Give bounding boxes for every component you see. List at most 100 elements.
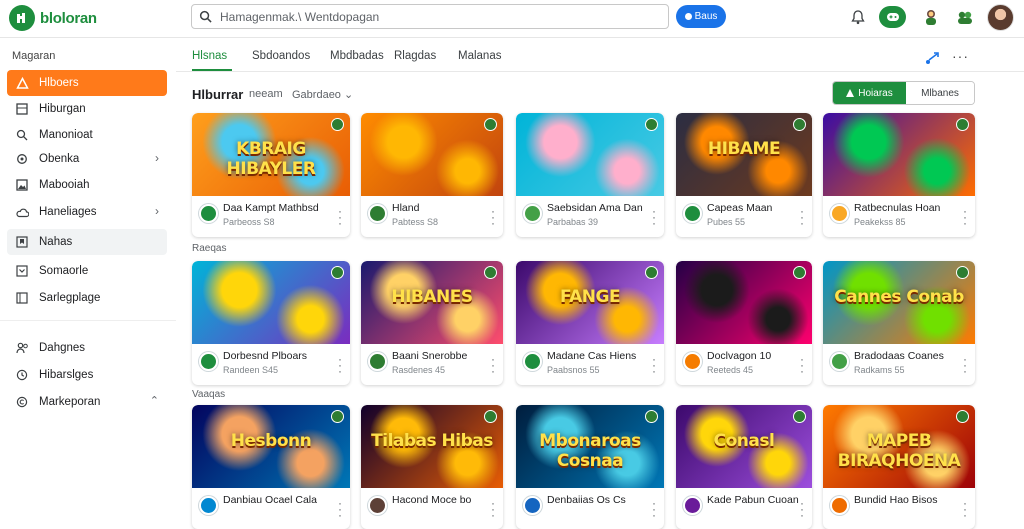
sidebar-item-settings[interactable]: Obenka ›	[7, 146, 167, 172]
tab-0[interactable]: Hlsnas	[192, 47, 232, 71]
sidebar-item-library[interactable]: Hiburgan	[7, 96, 167, 122]
sidebar-item-cloud[interactable]: Haneliages ›	[7, 199, 167, 225]
game-card[interactable]: Saebsidan Ama Dan Parbabas 39 · · ·	[516, 113, 664, 237]
game-title[interactable]: Ratbecnulas Hoan	[854, 202, 940, 214]
share-icon[interactable]	[925, 51, 941, 65]
toggle-option-active[interactable]: Hoiaras	[833, 82, 906, 104]
card-more-icon[interactable]: · · ·	[491, 497, 495, 521]
game-card[interactable]: Ratbecnulas Hoan Peakekss 85 · · ·	[823, 113, 975, 237]
game-title[interactable]: Madane Cas Hiens	[547, 350, 636, 362]
game-card[interactable]: HIBAME Capeas Maan Pubes 55 · · ·	[676, 113, 812, 237]
game-card[interactable]: Hland Pabtess S8 · · ·	[361, 113, 503, 237]
game-card[interactable]: HIBANES Baani Snerobbe Rasdenes 45 · · ·	[361, 261, 503, 385]
game-thumbnail[interactable]: Mbonaroas Cosnaa	[516, 405, 664, 488]
game-card[interactable]: KBRAIG HIBAYLER Daa Kampt Mathbsd Parbeoss…	[192, 113, 350, 237]
app-name[interactable]: bloloran	[40, 10, 97, 27]
card-more-icon[interactable]: · · ·	[963, 205, 967, 229]
game-title[interactable]: Saebsidan Ama Dan	[547, 202, 643, 214]
game-title[interactable]: Capeas Maan	[707, 202, 772, 214]
search-bar[interactable]: Hamagenmak.\ Wentdopagan	[191, 4, 669, 29]
app-logo-icon[interactable]	[9, 5, 35, 31]
game-card[interactable]: Conasl Kade Pabun Cuoan · · ·	[676, 405, 812, 529]
game-card[interactable]: FANGE Madane Cas Hiens Paabsnos 55 · · ·	[516, 261, 664, 385]
card-more-icon[interactable]: · · ·	[652, 205, 656, 229]
community-icon[interactable]	[954, 6, 976, 28]
game-title[interactable]: Baani Snerobbe	[392, 350, 467, 362]
game-card[interactable]: Hesbonn Danbiau Ocael Cala · · ·	[192, 405, 350, 529]
card-more-icon[interactable]: · · ·	[652, 497, 656, 521]
game-thumbnail[interactable]: HIBAME	[676, 113, 812, 196]
game-title[interactable]: Danbiau Ocael Cala	[223, 494, 317, 506]
game-thumbnail[interactable]	[192, 261, 350, 344]
game-title[interactable]: Dorbesnd Plboars	[223, 350, 307, 362]
game-card[interactable]: Doclvagon 10 Reeteds 45 · · ·	[676, 261, 812, 385]
card-more-icon[interactable]: · · ·	[800, 353, 804, 377]
sidebar-item-history[interactable]: Hibarslges	[7, 362, 167, 388]
game-art	[516, 113, 664, 196]
sidebar-item-media[interactable]: Mabooiah	[7, 172, 167, 198]
game-title[interactable]: Hacond Moce bo	[392, 494, 471, 506]
game-art-title: Mbonaroas Cosnaa	[539, 431, 641, 471]
tab-2[interactable]: Mbdbadas	[330, 47, 384, 71]
game-thumbnail[interactable]	[823, 113, 975, 196]
game-thumbnail[interactable]: FANGE	[516, 261, 664, 344]
apps-button[interactable]	[879, 6, 906, 28]
game-thumbnail[interactable]: KBRAIG HIBAYLER	[192, 113, 350, 196]
sidebar-item-pages[interactable]: Sarlegplage	[7, 285, 167, 311]
notification-bell-icon[interactable]	[847, 6, 869, 28]
game-thumbnail[interactable]: MAPEB BIRAQHOENA	[823, 405, 975, 488]
profile-character-icon[interactable]	[920, 6, 942, 28]
card-more-icon[interactable]: · · ·	[652, 353, 656, 377]
game-title[interactable]: Bundid Hao Bisos	[854, 494, 937, 506]
sidebar-item-search[interactable]: Manonioat	[7, 122, 167, 148]
game-title[interactable]: Daa Kampt Mathbsd	[223, 202, 319, 214]
sidebar-item-saved[interactable]: Nahas	[7, 229, 167, 255]
verified-badge-icon	[331, 118, 344, 131]
chevron-right-icon: ›	[155, 204, 159, 218]
verified-badge-icon	[645, 266, 658, 279]
game-card[interactable]: Tilabas Hibas Hacond Moce bo · · ·	[361, 405, 503, 529]
tab-4[interactable]: Malanas	[458, 47, 508, 71]
card-more-icon[interactable]: · · ·	[338, 205, 342, 229]
user-avatar[interactable]	[987, 4, 1014, 31]
card-more-icon[interactable]: · · ·	[338, 497, 342, 521]
game-thumbnail[interactable]	[676, 261, 812, 344]
game-title[interactable]: Bradodaas Coanes	[854, 350, 944, 362]
sidebar-item-people[interactable]: Dahgnes	[7, 335, 167, 361]
card-more-icon[interactable]: · · ·	[800, 205, 804, 229]
game-thumbnail[interactable]: Tilabas Hibas	[361, 405, 503, 488]
game-thumbnail[interactable]: Hesbonn	[192, 405, 350, 488]
sort-dropdown[interactable]: Gabrdaeo ⌄	[292, 88, 353, 101]
top-bar: bloloran Hamagenmak.\ Wentdopagan Baus	[0, 0, 1024, 38]
toggle-option-inactive[interactable]: Mlbanes	[906, 82, 974, 104]
game-thumbnail[interactable]	[361, 113, 503, 196]
game-title[interactable]: Denbaiias Os Cs	[547, 494, 626, 506]
tab-1[interactable]: Sbdoandos	[252, 47, 312, 71]
card-more-icon[interactable]: · · ·	[963, 353, 967, 377]
card-more-icon[interactable]: · · ·	[800, 497, 804, 521]
tab-3[interactable]: Rlagdas	[394, 47, 444, 71]
game-thumbnail[interactable]	[516, 113, 664, 196]
card-more-icon[interactable]: · · ·	[338, 353, 342, 377]
sidebar-item-folder[interactable]: Somaorle	[7, 258, 167, 284]
more-options-icon[interactable]: ···	[952, 48, 969, 64]
game-card[interactable]: MAPEB BIRAQHOENA Bundid Hao Bisos · · ·	[823, 405, 975, 529]
game-card[interactable]: Cannes Conab Bradodaas Coanes Radkams 55 · ·…	[823, 261, 975, 385]
sidebar-item-home[interactable]: Hlboers	[7, 70, 167, 96]
search-button[interactable]: Baus	[676, 5, 726, 28]
game-title[interactable]: Kade Pabun Cuoan	[707, 494, 799, 506]
game-title[interactable]: Hland	[392, 202, 419, 214]
card-more-icon[interactable]: · · ·	[491, 353, 495, 377]
game-card[interactable]: Dorbesnd Plboars Randeen S45 · · ·	[192, 261, 350, 385]
game-card[interactable]: Mbonaroas Cosnaa Denbaiias Os Cs · · ·	[516, 405, 664, 529]
tabs-divider	[176, 71, 1024, 72]
card-more-icon[interactable]: · · ·	[491, 205, 495, 229]
chevron-down-icon: ⌄	[344, 89, 354, 101]
sidebar-item-marketplace[interactable]: Markeporan ⌃	[7, 389, 167, 415]
search-input[interactable]: Hamagenmak.\ Wentdopagan	[220, 10, 379, 24]
game-thumbnail[interactable]: HIBANES	[361, 261, 503, 344]
card-more-icon[interactable]: · · ·	[963, 497, 967, 521]
game-thumbnail[interactable]: Cannes Conab	[823, 261, 975, 344]
game-thumbnail[interactable]: Conasl	[676, 405, 812, 488]
game-title[interactable]: Doclvagon 10	[707, 350, 771, 362]
